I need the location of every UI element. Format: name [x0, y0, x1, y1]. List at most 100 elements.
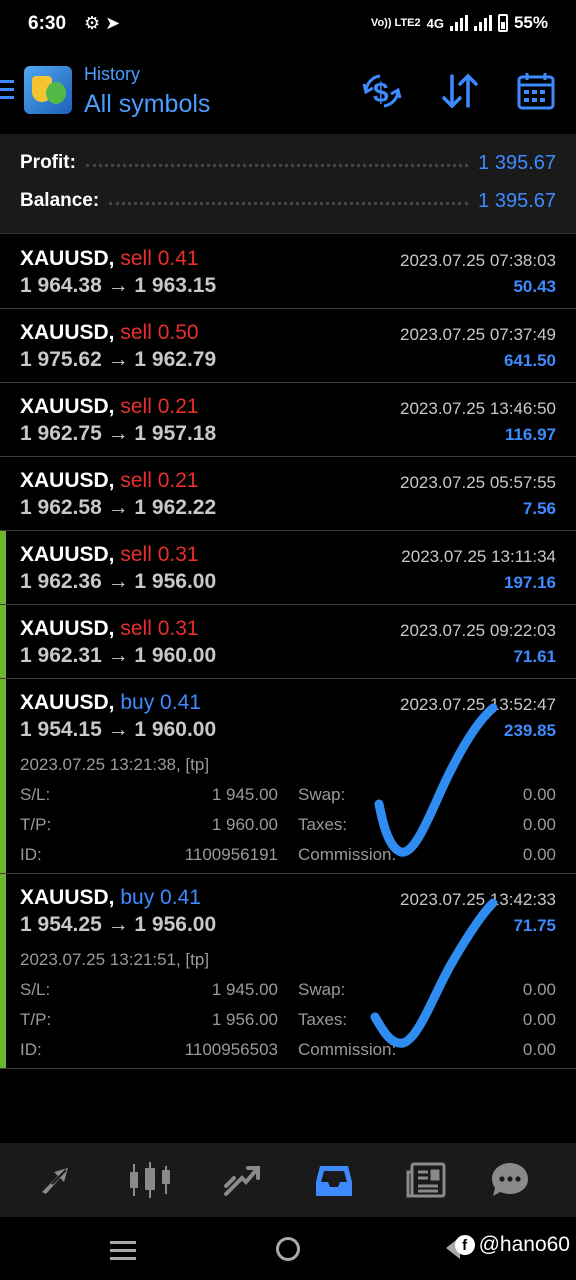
system-nav-bar: f @hano60: [0, 1217, 576, 1280]
profit-label: Profit:: [20, 152, 76, 173]
menu-icon[interactable]: [0, 80, 14, 104]
trade-prices: 1 954.25 → 1 956.00: [20, 913, 217, 936]
trade-time: 2023.07.25 07:38:03: [400, 251, 556, 270]
battery-icon: [497, 14, 508, 32]
trade-prices: 1 962.75 → 1 957.18: [20, 422, 217, 445]
swap-value: 0.00: [522, 980, 556, 999]
home-button[interactable]: [276, 1237, 300, 1261]
commission-label: Commission:: [298, 845, 397, 864]
trade-prices: 1 964.38 → 1 963.15: [20, 274, 217, 297]
trade-symbol: XAUUSD,: [20, 321, 115, 344]
history-icon[interactable]: [314, 1160, 354, 1200]
trade-type: buy 0.41: [120, 691, 201, 714]
trade-type: sell 0.50: [120, 321, 199, 344]
chat-icon[interactable]: [490, 1160, 530, 1200]
commission-value: 0.00: [522, 845, 556, 864]
header-title[interactable]: All symbols: [84, 90, 210, 119]
trade-profit: 197.16: [504, 573, 556, 592]
taxes-value: 0.00: [522, 1010, 556, 1029]
trade-row-expanded[interactable]: XAUUSD, buy 0.41 1 954.15 → 1 960.00 202…: [0, 679, 576, 874]
trade-symbol: XAUUSD,: [20, 691, 115, 714]
battery-percent: 55%: [513, 13, 548, 32]
trade-row[interactable]: XAUUSD, sell 0.31 1 962.36 → 1 956.00 20…: [0, 531, 576, 605]
id-value: 1100956191: [184, 845, 278, 864]
trade-symbol: XAUUSD,: [20, 247, 115, 270]
commission-value: 0.00: [522, 1040, 556, 1059]
trade-row[interactable]: XAUUSD, sell 0.21 1 962.58 → 1 962.22 20…: [0, 457, 576, 531]
swap-label: Swap:: [298, 980, 346, 999]
app-bar: History All symbols $: [0, 50, 576, 134]
trade-profit: 71.61: [513, 647, 556, 666]
trade-symbol: XAUUSD,: [20, 886, 115, 909]
trade-profit: 116.97: [504, 425, 556, 444]
trade-symbol: XAUUSD,: [20, 543, 115, 566]
dollar-exchange-icon[interactable]: $: [360, 70, 404, 112]
taxes-label: Taxes:: [298, 815, 348, 834]
taxes-label: Taxes:: [298, 1010, 348, 1029]
trade-type: sell 0.21: [120, 395, 199, 418]
trade-row[interactable]: XAUUSD, sell 0.31 1 962.31 → 1 960.00 20…: [0, 605, 576, 679]
trade-type: sell 0.41: [120, 247, 199, 270]
status-notification-icons: ⚙ ➤: [84, 13, 121, 33]
trade-row-expanded[interactable]: XAUUSD, buy 0.41 1 954.25 → 1 956.00 202…: [0, 874, 576, 1069]
trade-type: sell 0.31: [120, 543, 199, 566]
quotes-icon[interactable]: [38, 1160, 78, 1200]
trade-profit: 50.43: [513, 277, 556, 296]
trade-symbol: XAUUSD,: [20, 469, 115, 492]
tp-value: 1 960.00: [211, 815, 278, 834]
trade-profit: 7.56: [522, 499, 556, 518]
trade-symbol: XAUUSD,: [20, 617, 115, 640]
trade-open-time: 2023.07.25 13:21:51, [tp]: [20, 950, 210, 969]
trade-row[interactable]: XAUUSD, sell 0.21 1 962.75 → 1 957.18 20…: [0, 383, 576, 457]
trade-prices: 1 962.36 → 1 956.00: [20, 570, 217, 593]
chart-icon[interactable]: [130, 1160, 170, 1200]
trade-symbol: XAUUSD,: [20, 395, 115, 418]
trade-time: 2023.07.25 13:46:50: [400, 399, 556, 418]
sl-value: 1 945.00: [211, 785, 278, 804]
trade-open-time: 2023.07.25 13:21:38, [tp]: [20, 755, 210, 774]
trade-time: 2023.07.25 13:42:33: [400, 890, 556, 909]
svg-text:$: $: [373, 77, 389, 108]
recents-button[interactable]: [110, 1241, 136, 1265]
trade-time: 2023.07.25 13:52:47: [400, 695, 556, 714]
status-bar: 6:30 ⚙ ➤ Vo)) LTE2 4G 55%: [0, 0, 576, 50]
dotted-leader: [109, 201, 469, 205]
dotted-leader: [85, 163, 469, 167]
signal-icon-2: [473, 15, 492, 31]
sl-value: 1 945.00: [211, 980, 278, 999]
trade-prices: 1 962.58 → 1 962.22: [20, 496, 217, 519]
trade-type: sell 0.21: [120, 469, 199, 492]
swap-label: Swap:: [298, 785, 346, 804]
account-summary: Profit: 1 395.67 Balance: 1 395.67: [0, 134, 576, 234]
trade-icon[interactable]: [222, 1160, 262, 1200]
trade-type: sell 0.31: [120, 617, 199, 640]
app-logo: [24, 66, 72, 114]
trade-time: 2023.07.25 05:57:55: [400, 473, 556, 492]
id-label: ID:: [20, 1040, 42, 1059]
profit-value: 1 395.67: [478, 151, 556, 174]
watermark: f @hano60: [454, 1233, 570, 1257]
facebook-icon: f: [454, 1235, 475, 1255]
sort-icon[interactable]: [438, 70, 482, 112]
balance-label: Balance:: [20, 190, 100, 211]
trade-type: buy 0.41: [120, 886, 201, 909]
signal-icon: [449, 15, 468, 31]
tp-label: T/P:: [20, 1010, 52, 1029]
trade-time: 2023.07.25 07:37:49: [400, 325, 556, 344]
swap-value: 0.00: [522, 785, 556, 804]
trade-prices: 1 962.31 → 1 960.00: [20, 644, 217, 667]
status-time: 6:30: [28, 13, 67, 34]
id-value: 1100956503: [184, 1040, 278, 1059]
calendar-icon[interactable]: [514, 70, 558, 112]
balance-row: Balance: 1 395.67: [20, 183, 556, 219]
taxes-value: 0.00: [522, 815, 556, 834]
trade-row[interactable]: XAUUSD, sell 0.41 1 964.38 → 1 963.15 20…: [0, 235, 576, 309]
trade-prices: 1 975.62 → 1 962.79: [20, 348, 217, 371]
watermark-handle: @hano60: [478, 1233, 570, 1256]
id-label: ID:: [20, 845, 42, 864]
commission-label: Commission:: [298, 1040, 397, 1059]
trade-row[interactable]: XAUUSD, sell 0.50 1 975.62 → 1 962.79 20…: [0, 309, 576, 383]
profit-row: Profit: 1 395.67: [20, 145, 556, 181]
news-icon[interactable]: [406, 1160, 446, 1200]
tp-label: T/P:: [20, 815, 52, 834]
